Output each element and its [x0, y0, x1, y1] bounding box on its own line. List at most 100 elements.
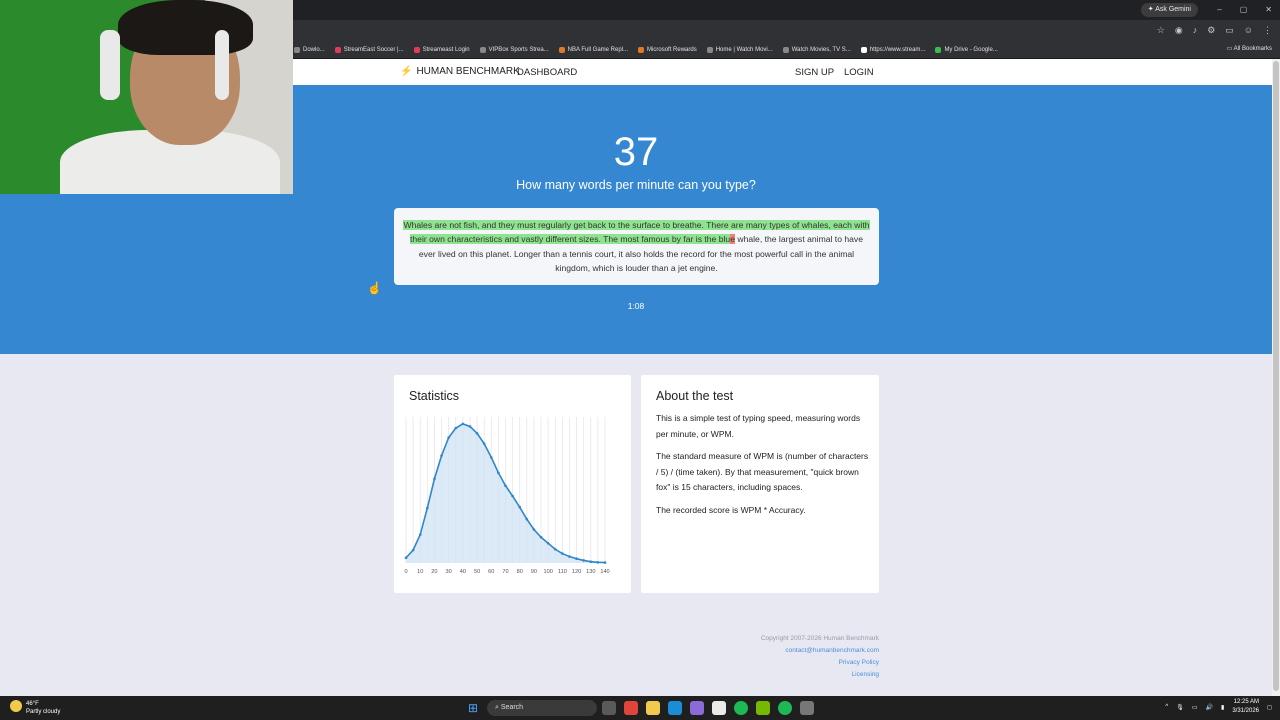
search-label: Search [500, 704, 524, 711]
bookmark-label: VIPBox Sports Strea... [488, 46, 549, 53]
chart-point [603, 561, 607, 564]
bookmark-item[interactable]: VIPBox Sports Strea... [479, 46, 549, 53]
system-tray: ^ 🎙 ▭ 🔊 ▮ 12:25 AM 3/31/2026 ◻ [1165, 698, 1272, 716]
login-link[interactable]: LOGIN [844, 67, 874, 78]
extension-icon[interactable]: ◉ [1175, 23, 1183, 38]
windows-start-icon[interactable]: ⊞ [468, 702, 480, 714]
bookmark-item[interactable]: https://www.stream... [860, 46, 926, 53]
chart-x-tick-label: 130 [586, 569, 595, 575]
bookmark-item[interactable]: Home | Watch Movi... [706, 46, 773, 53]
chart-point [433, 477, 436, 481]
battery-icon[interactable]: ▮ [1221, 704, 1224, 711]
all-bookmarks-label: All Bookmarks [1233, 46, 1272, 52]
chart-x-tick-label: 40 [460, 569, 466, 575]
bookmark-favicon [334, 46, 341, 53]
windows-taskbar: 46°F Partly cloudy ⊞ ⌕ Search ^ 🎙 ▭ 🔊 ▮ … [0, 696, 1280, 720]
menu-icon[interactable]: ⋮ [1263, 23, 1272, 38]
brand-link[interactable]: ⚡ HUMAN BENCHMARK [400, 66, 520, 77]
extensions-puzzle-icon[interactable]: ⚙ [1207, 23, 1215, 38]
bookmark-item[interactable]: StreamEast Soccer |... [334, 46, 404, 53]
bookmark-item[interactable]: Dowlo... [294, 46, 325, 53]
signup-link[interactable]: SIGN UP [795, 67, 834, 78]
bookmark-favicon [479, 46, 486, 53]
chart-x-tick-label: 10 [417, 569, 423, 575]
bookmark-item[interactable]: NBA Full Game Repl... [558, 46, 629, 53]
bookmark-favicon [782, 46, 789, 53]
chart-point [426, 506, 429, 510]
bookmark-label: Watch Movies, TV S... [791, 46, 851, 53]
ask-gemini-button[interactable]: ✦ Ask Gemini [1140, 3, 1198, 17]
contact-email-link[interactable]: contact@humanbenchmark.com [761, 645, 879, 657]
profile-icon[interactable]: ☺ [1244, 23, 1253, 38]
store-icon[interactable] [712, 701, 726, 715]
task-view-icon[interactable] [602, 701, 616, 715]
volume-icon[interactable]: 🔊 [1206, 704, 1213, 711]
sidepanel-icon[interactable]: ▭ [1225, 23, 1234, 38]
bookmark-label: StreamEast Soccer |... [343, 46, 404, 53]
clock-date: 3/31/2026 [1232, 708, 1260, 714]
about-paragraph-3: The recorded score is WPM * Accuracy. [656, 504, 806, 515]
settings-icon[interactable] [800, 701, 814, 715]
restore-icon[interactable]: ▢ [1240, 4, 1248, 16]
about-paragraph-2: The standard measure of WPM is (number o… [656, 451, 869, 492]
spotify-alt-icon[interactable] [778, 701, 792, 715]
notification-icon[interactable]: ◻ [1267, 704, 1272, 711]
network-icon[interactable]: ▭ [1192, 704, 1198, 711]
all-bookmarks-button[interactable]: ▭ All Bookmarks [1227, 45, 1272, 52]
bookmark-favicon [706, 46, 713, 53]
chart-x-tick-label: 0 [404, 569, 407, 575]
typing-text-box[interactable]: Whales are not fish, and they must regul… [394, 208, 879, 285]
file-explorer-icon[interactable] [646, 701, 660, 715]
page-scrollbar[interactable] [1272, 59, 1280, 696]
chart-x-tick-label: 110 [558, 569, 567, 575]
audio-icon[interactable]: ♪ [1193, 23, 1198, 38]
chart-point [404, 556, 408, 560]
about-card: About the test This is a simple test of … [641, 375, 879, 593]
bookmark-favicon [935, 46, 942, 53]
address-bar[interactable] [300, 23, 1140, 38]
close-icon[interactable]: ✕ [1265, 4, 1272, 16]
ask-gemini-label: Ask Gemini [1155, 6, 1191, 13]
about-paragraph-1: This is a simple test of typing speed, m… [656, 413, 861, 439]
bookmark-item[interactable]: Streameast Login [413, 46, 470, 53]
licensing-link[interactable]: Licensing [761, 669, 879, 681]
chevron-up-icon[interactable]: ^ [1165, 704, 1168, 710]
bookmark-star-icon[interactable]: ☆ [1157, 23, 1165, 38]
bookmark-item[interactable]: My Drive - Google... [935, 46, 998, 53]
copilot-icon[interactable] [690, 701, 704, 715]
chart-point [582, 559, 585, 562]
chart-point [511, 494, 514, 498]
chart-point [468, 425, 472, 428]
bookmark-item[interactable]: Microsoft Rewards [638, 46, 697, 53]
bookmark-label: NBA Full Game Repl... [567, 46, 629, 53]
chart-x-tick-label: 20 [431, 569, 437, 575]
minimize-icon[interactable]: – [1217, 4, 1221, 16]
timer: 1:08 [627, 301, 645, 311]
bookmark-label: https://www.stream... [869, 46, 926, 53]
bookmark-label: My Drive - Google... [944, 46, 998, 53]
chart-point [575, 557, 578, 561]
edge-icon[interactable] [668, 701, 682, 715]
weather-temp: 46°F [26, 701, 39, 707]
taskbar-search[interactable]: ⌕ Search [487, 700, 597, 716]
dashboard-link[interactable]: DASHBOARD [517, 67, 577, 78]
chart-x-tick-label: 100 [543, 569, 552, 575]
taskbar-clock[interactable]: 12:25 AM 3/31/2026 [1232, 698, 1259, 716]
privacy-policy-link[interactable]: Privacy Policy [761, 657, 879, 669]
chrome-icon[interactable] [624, 701, 638, 715]
chart-x-tick-label: 70 [502, 569, 508, 575]
spotify-icon[interactable] [734, 701, 748, 715]
microphone-icon[interactable]: 🎙 [1176, 704, 1184, 711]
nvidia-icon[interactable] [756, 701, 770, 715]
weather-widget[interactable]: 46°F Partly cloudy [10, 700, 60, 716]
chart-point [546, 541, 550, 545]
bookmark-item[interactable]: Watch Movies, TV S... [782, 46, 851, 53]
clock-time: 12:25 AM [1233, 699, 1260, 705]
bookmark-favicon [860, 46, 867, 53]
statistics-card: Statistics 0 10 20 30 40 50 60 70 80 90 100 110 120 1… [394, 375, 631, 593]
scrollbar-thumb[interactable] [1273, 61, 1279, 691]
chart-point [568, 555, 571, 558]
site-footer: Copyright 2007-2026 Human Benchmark cont… [761, 633, 879, 681]
chart-point [454, 426, 458, 430]
chart-point [504, 484, 507, 488]
